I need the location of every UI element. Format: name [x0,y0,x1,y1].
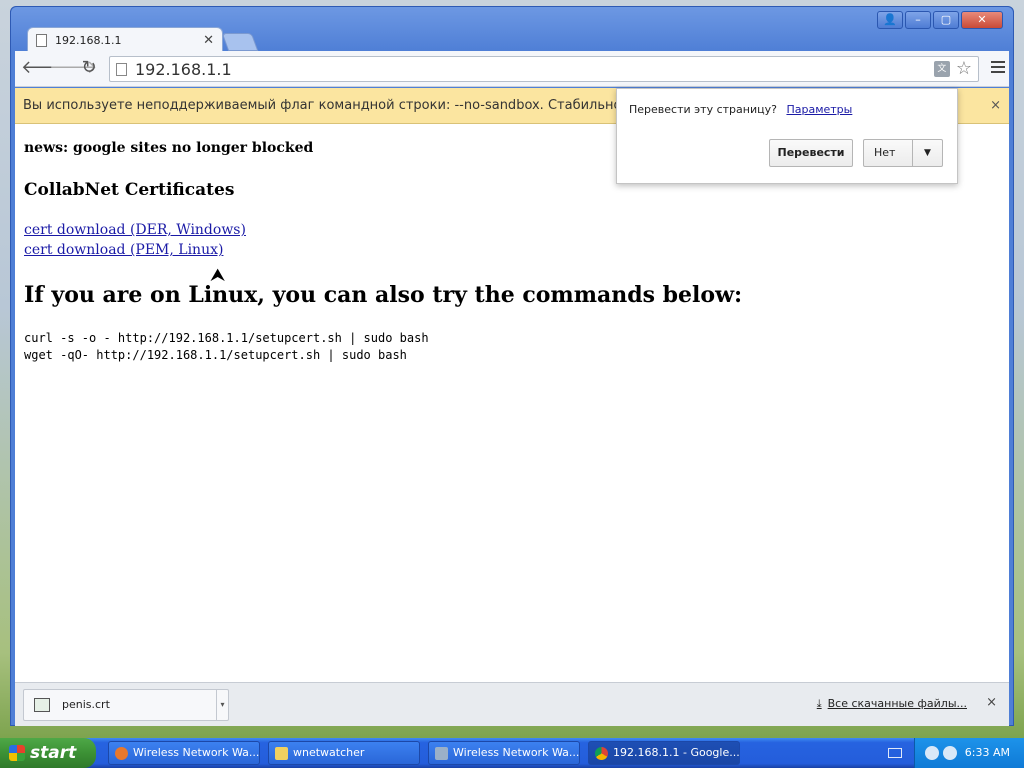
curl-command: curl -s -o - http://192.168.1.1/setupcer… [24,331,429,345]
cert-download-der-link[interactable]: cert download (DER, Windows) [24,222,246,238]
infobar-close-icon[interactable]: × [990,88,1001,124]
taskbar-item-chrome[interactable]: 192.168.1.1 - Google... [588,741,740,765]
no-translate-button[interactable]: Нет ▼ [863,139,943,167]
network-icon [435,747,448,760]
maximize-button[interactable]: ▢ [933,11,959,29]
certificates-heading: CollabNet Certificates [24,180,235,200]
page-icon [36,34,47,47]
chevron-down-icon[interactable]: ▼ [912,140,942,166]
translate-question: Перевести эту страницу? Параметры [629,103,853,116]
taskbar-item-wnetwatcher[interactable]: wnetwatcher [268,741,420,765]
tab-title: 192.168.1.1 [55,34,122,47]
windows-flag-icon [9,745,25,761]
reload-icon[interactable]: ↻ [77,57,101,81]
download-shelf-close-icon[interactable]: × [986,695,997,710]
system-tray: 6:33 AM [914,738,1024,768]
all-downloads-link[interactable]: ⤓ Все скачанные файлы... [817,697,967,711]
page-icon [116,62,127,76]
tab-close-icon[interactable]: ✕ [203,33,214,48]
start-button[interactable]: start [0,738,96,768]
infobar-text: Вы используете неподдерживаемый флаг ком… [23,98,644,113]
download-icon: ⤓ [816,697,822,710]
address-bar[interactable]: 192.168.1.1 文 ☆ [109,56,979,82]
taskbar-item-wireless-1[interactable]: Wireless Network Wa... [108,741,260,765]
translate-icon[interactable]: 文 [933,61,950,77]
clock[interactable]: 6:33 AM [965,746,1010,759]
star-icon[interactable]: ☆ [956,60,972,78]
keyboard-icon[interactable] [888,748,902,758]
back-arrow-icon[interactable]: 🡐 [21,57,69,81]
chrome-icon [595,747,608,760]
page-content: news: google sites no longer blocked Col… [15,124,1009,682]
minimize-button[interactable]: – [905,11,931,29]
firefox-icon [115,747,128,760]
url-text[interactable]: 192.168.1.1 [135,60,232,79]
taskbar: start Wireless Network Wa... wnetwatcher… [0,738,1024,768]
wget-command: wget -qO- http://192.168.1.1/setupcert.s… [24,348,407,362]
tray-speaker-icon[interactable] [943,746,957,760]
translate-button[interactable]: Перевести [769,139,853,167]
menu-icon[interactable] [991,61,1005,76]
download-item[interactable]: penis.crt ▾ [23,689,229,721]
window-controls: 👤 – ▢ ✕ [877,11,1003,29]
download-file-name: penis.crt [62,698,110,711]
download-shelf: penis.crt ▾ ⤓ Все скачанные файлы... × [15,682,1009,726]
translate-options-link[interactable]: Параметры [786,103,852,116]
linux-heading: If you are on Linux, you can also try th… [24,282,743,308]
folder-icon [275,747,288,760]
profile-button[interactable]: 👤 [877,11,903,29]
taskbar-item-wireless-2[interactable]: Wireless Network Wa... [428,741,580,765]
cert-download-pem-link[interactable]: cert download (PEM, Linux) [24,242,223,258]
news-text: news: google sites no longer blocked [24,140,314,156]
translate-popup: Перевести эту страницу? Параметры Переве… [616,88,958,184]
forward-arrow-icon[interactable]: 🡒 [49,57,97,81]
certificate-file-icon [34,698,50,712]
no-button-label: Нет [874,146,896,159]
browser-toolbar: 🡐 🡒 ↻ 192.168.1.1 文 ☆ [15,51,1009,87]
tray-network-icon[interactable] [925,746,939,760]
mouse-cursor-icon: ⮝ [210,265,226,286]
download-menu-arrow-icon[interactable]: ▾ [216,690,228,720]
new-tab-button[interactable] [221,33,259,51]
close-window-button[interactable]: ✕ [961,11,1003,29]
browser-tab[interactable]: 192.168.1.1 ✕ [27,27,223,53]
